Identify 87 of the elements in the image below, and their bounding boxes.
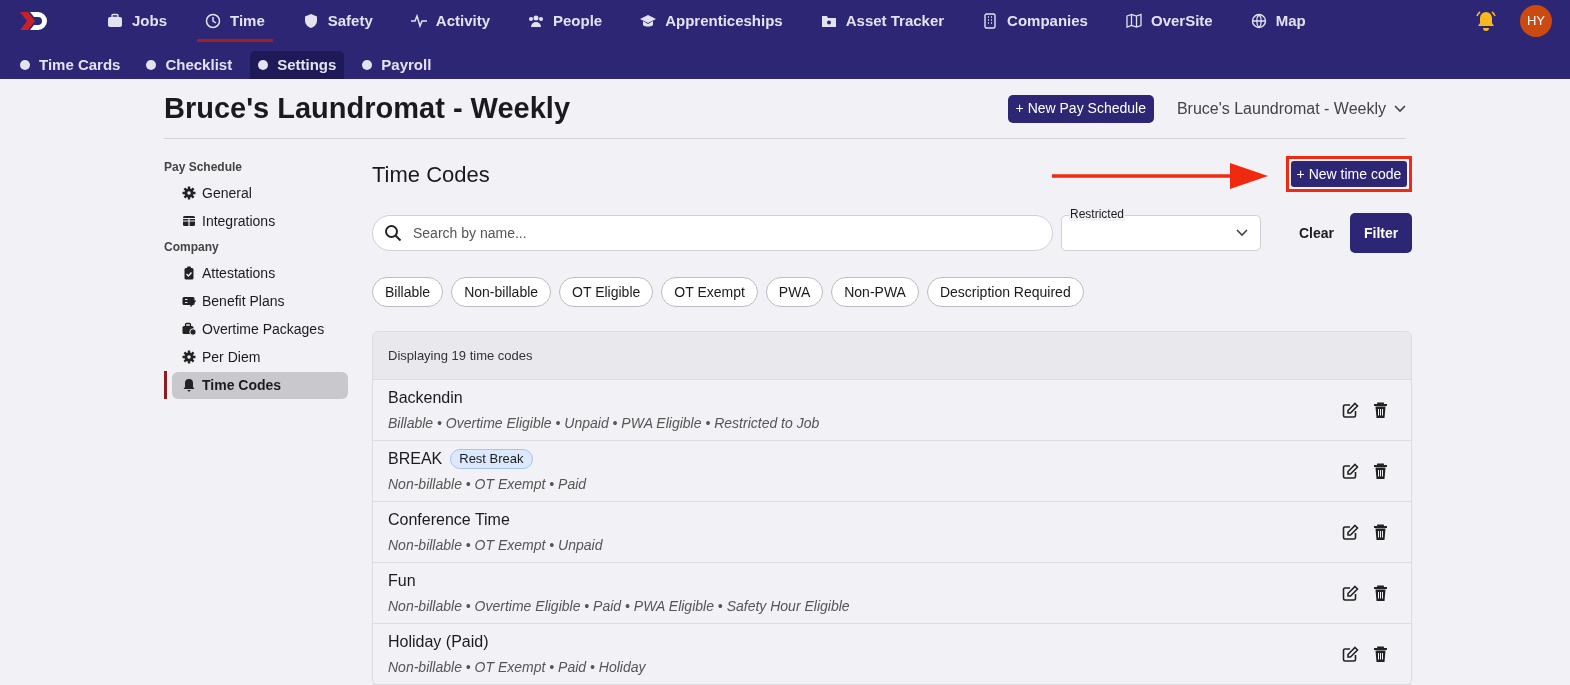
chevron-down-icon [1394,104,1406,113]
nav-tab[interactable]: Map [1231,0,1325,42]
nav-tab[interactable]: Companies [963,0,1107,42]
new-pay-schedule-button[interactable]: + New Pay Schedule [1007,94,1154,123]
filter-button[interactable]: Filter [1350,213,1413,253]
subnav-tab[interactable]: Checklist [138,51,241,79]
gear-icon [182,350,196,364]
new-time-code-button[interactable]: + New time code [1290,161,1408,187]
sidebar-heading: Pay Schedule [164,159,244,176]
dot-icon [20,60,30,70]
time-code-details: Non-billable • OT Exempt • Unpaid [388,536,603,555]
sidebar-item[interactable]: Per Diem [172,343,348,371]
sidebar-item[interactable]: General [172,179,348,207]
time-code-name: Conference Time [388,510,510,530]
subnav-tab[interactable]: Payroll [354,51,440,79]
logo-icon[interactable] [18,10,48,32]
people-icon [528,13,544,29]
filter-chip[interactable]: Non-PWA [831,277,919,307]
section-title: Time Codes [372,160,490,189]
time-code-details: Non-billable • OT Exempt • Paid • Holiday [388,658,646,677]
page-title: Bruce's Laundromat - Weekly [164,90,571,126]
money-card-icon [182,294,196,308]
chevron-down-icon [1236,229,1248,237]
dot-icon [146,60,157,70]
filter-chip[interactable]: OT Eligible [559,277,654,307]
briefcase-icon [107,13,123,29]
tag: Rest Break [450,449,533,469]
graduation-cap-icon [640,13,657,29]
sidebar-item[interactable]: Integrations [172,207,348,235]
dot-icon [258,60,269,70]
map-icon [1125,13,1142,29]
filter-chip[interactable]: Description Required [926,277,1084,307]
filter-chip[interactable]: OT Exempt [661,277,758,307]
pulse-icon [410,13,427,29]
count-text: Displaying 19 time codes [388,346,533,365]
schedule-select[interactable]: Bruce's Laundromat - Weekly [1176,96,1406,121]
globe-icon [1250,13,1267,29]
time-code-name: Fun [388,571,416,591]
time-code-details: Non-billable • Overtime Eligible • Paid • PWA Eligible • Safety Hour Eligible [388,597,850,616]
nav-tab[interactable]: Apprenticeships [621,0,802,42]
filter-chip[interactable]: Billable [372,277,444,307]
search-icon [384,224,402,242]
sidebar-item[interactable]: Attestations [172,259,348,287]
filter-chip[interactable]: Non-billable [451,277,552,307]
edit-icon[interactable] [1342,401,1360,419]
sidebar-item[interactable]: Time Codes [172,371,348,399]
bell-icon [182,378,196,392]
edit-icon[interactable] [1342,462,1360,480]
nav-tab[interactable]: Time [186,0,284,42]
delete-icon[interactable] [1373,645,1389,663]
delete-icon[interactable] [1373,401,1389,419]
nav-tab[interactable]: People [509,0,622,42]
edit-icon[interactable] [1342,645,1360,663]
delete-icon[interactable] [1373,462,1389,480]
user-avatar[interactable]: HY [1520,5,1552,37]
delete-icon[interactable] [1373,584,1389,602]
table-icon [182,214,196,228]
nav-tab[interactable]: Jobs [88,0,186,42]
time-code-details: Billable • Overtime Eligible • Unpaid • PWA Eligible • Restricted to Job [388,414,820,433]
subnav-tab[interactable]: Time Cards [12,51,129,79]
time-code-name: Holiday (Paid) [388,632,489,652]
shield-icon [302,13,319,29]
time-code-name: BREAK [388,449,443,469]
gear-icon [182,186,196,200]
time-code-details: Non-billable • OT Exempt • Paid [388,475,587,494]
edit-icon[interactable] [1342,584,1360,602]
delete-icon[interactable] [1373,523,1389,541]
search-field[interactable]: Search by name... [372,215,1053,251]
bell-icon[interactable] [1474,10,1498,32]
sidebar-item[interactable]: Overtime Packages [172,315,348,343]
time-code-name: Backendin [388,388,463,408]
nav-tab[interactable]: OverSite [1106,0,1232,42]
clear-button[interactable]: Clear [1291,215,1343,251]
nav-tab[interactable]: Asset Tracker [801,0,964,42]
clock-icon [205,13,221,29]
building-icon [982,13,999,29]
briefcase-clock-icon [182,322,196,336]
nav-tab[interactable]: Activity [391,0,509,42]
clipboard-check-icon [182,266,196,280]
sidebar-item[interactable]: Benefit Plans [172,287,348,315]
nav-tab[interactable]: Safety [283,0,392,42]
filter-chip[interactable]: PWA [765,277,824,307]
subnav-tab[interactable]: Settings [250,51,345,79]
edit-icon[interactable] [1342,523,1360,541]
dot-icon [362,60,373,70]
sidebar-heading: Company [164,239,220,256]
field-label: Restricted [1069,207,1126,221]
